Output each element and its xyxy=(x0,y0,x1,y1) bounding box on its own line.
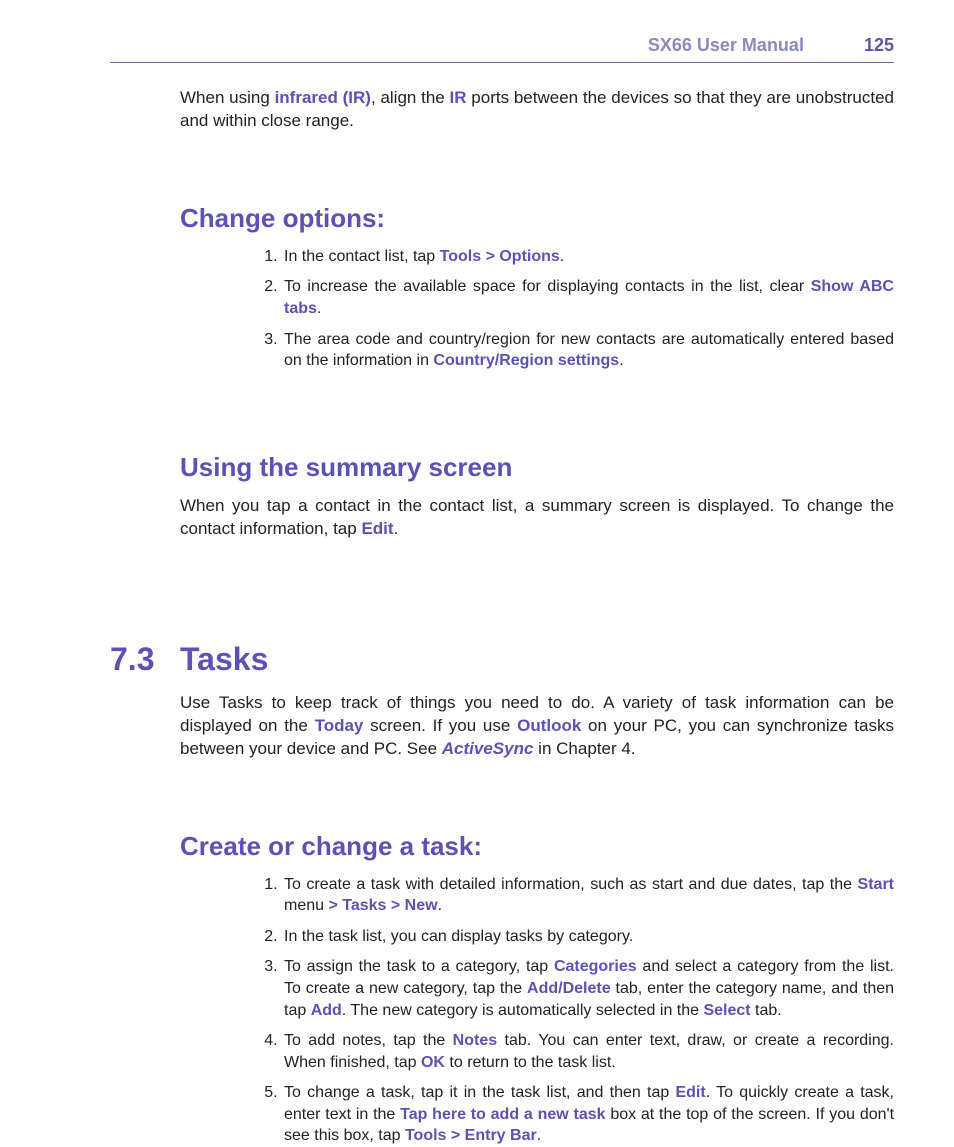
emph-tasks-new: > Tasks > New xyxy=(328,897,437,914)
emph-edit: Edit xyxy=(675,1084,705,1101)
emph-ok: OK xyxy=(421,1054,445,1071)
text: In the contact list, tap xyxy=(284,248,440,265)
text: When using xyxy=(180,88,275,107)
create-change-task-list: To create a task with detailed informati… xyxy=(180,874,894,1147)
text: screen. If you use xyxy=(363,716,517,735)
text: tab. xyxy=(751,1002,782,1019)
list-item: To create a task with detailed informati… xyxy=(282,874,894,917)
text: . xyxy=(537,1127,541,1144)
text: . xyxy=(619,352,623,369)
emph-start: Start xyxy=(858,876,894,893)
emph-edit: Edit xyxy=(361,519,393,538)
page-header: SX66 User Manual 125 xyxy=(110,35,894,63)
text: . xyxy=(317,300,321,317)
text: To create a task with detailed informati… xyxy=(284,876,858,893)
text: , align the xyxy=(371,88,450,107)
heading-tasks: Tasks xyxy=(180,641,268,678)
page-number: 125 xyxy=(864,35,894,56)
heading-summary-screen: Using the summary screen xyxy=(180,452,894,483)
tasks-paragraph: Use Tasks to keep track of things you ne… xyxy=(180,692,894,761)
change-options-list: In the contact list, tap Tools > Options… xyxy=(180,246,894,372)
text: When you tap a contact in the contact li… xyxy=(180,496,894,538)
emph-tools-entry-bar: Tools > Entry Bar xyxy=(405,1127,537,1144)
emph-activesync: ActiveSync xyxy=(442,739,534,758)
content: When using infrared (IR), align the IR p… xyxy=(180,87,894,1147)
list-item: To change a task, tap it in the task lis… xyxy=(282,1082,894,1147)
list-item: In the task list, you can display tasks … xyxy=(282,926,894,948)
list-item: In the contact list, tap Tools > Options… xyxy=(282,246,894,268)
text: menu xyxy=(284,897,328,914)
heading-change-options: Change options: xyxy=(180,203,894,234)
emph-infrared: infrared (IR) xyxy=(275,88,371,107)
list-item: To increase the available space for disp… xyxy=(282,276,894,319)
summary-paragraph: When you tap a contact in the contact li… xyxy=(180,495,894,541)
text: in Chapter 4. xyxy=(533,739,635,758)
text: . xyxy=(438,897,442,914)
emph-tap-here-add-task: Tap here to add a new task xyxy=(400,1106,605,1123)
text: To increase the available space for disp… xyxy=(284,278,811,295)
intro-paragraph: When using infrared (IR), align the IR p… xyxy=(180,87,894,133)
text: To add notes, tap the xyxy=(284,1032,453,1049)
text: In the task list, you can display tasks … xyxy=(284,928,633,945)
text: . xyxy=(560,248,564,265)
text: To assign the task to a category, tap xyxy=(284,958,554,975)
list-item: To assign the task to a category, tap Ca… xyxy=(282,956,894,1021)
heading-tasks-row: 7.3 Tasks xyxy=(110,641,894,678)
page: SX66 User Manual 125 When using infrared… xyxy=(0,0,954,1113)
text: . The new category is automatically sele… xyxy=(342,1002,704,1019)
heading-number: 7.3 xyxy=(110,641,180,678)
emph-notes: Notes xyxy=(453,1032,497,1049)
emph-tools-options: Tools > Options xyxy=(440,248,560,265)
emph-outlook: Outlook xyxy=(517,716,581,735)
emph-country-region-settings: Country/Region settings xyxy=(433,352,619,369)
heading-create-change-task: Create or change a task: xyxy=(180,831,894,862)
text: To change a task, tap it in the task lis… xyxy=(284,1084,675,1101)
emph-categories: Categories xyxy=(554,958,637,975)
emph-ir: IR xyxy=(450,88,467,107)
emph-today: Today xyxy=(315,716,364,735)
list-item: To add notes, tap the Notes tab. You can… xyxy=(282,1030,894,1073)
text: . xyxy=(394,519,399,538)
emph-select: Select xyxy=(703,1002,750,1019)
text: to return to the task list. xyxy=(445,1054,616,1071)
header-title: SX66 User Manual xyxy=(648,35,804,56)
list-item: The area code and country/region for new… xyxy=(282,329,894,372)
emph-add-delete: Add/Delete xyxy=(527,980,611,997)
emph-add: Add xyxy=(311,1002,342,1019)
